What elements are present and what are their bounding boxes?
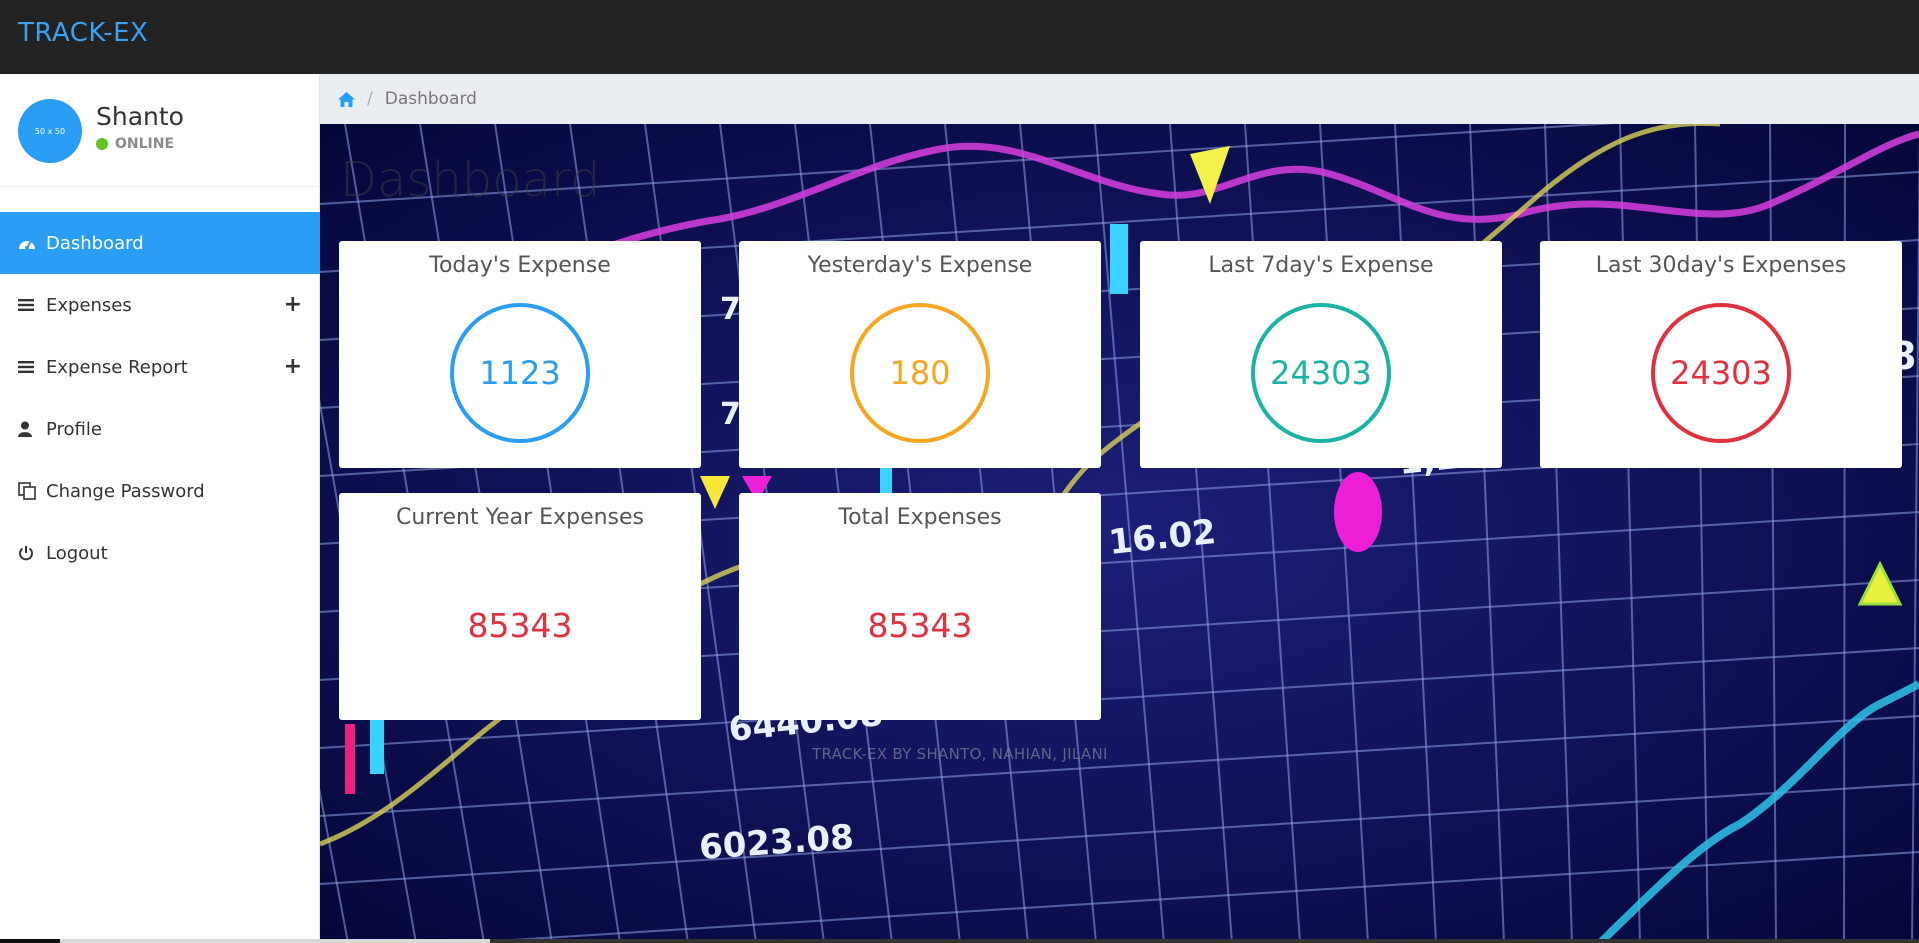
breadcrumb-current: Dashboard <box>384 89 477 109</box>
bottom-scrollbar[interactable] <box>0 939 1919 943</box>
sidebar: 50 x 50 Shanto ONLINE Dashboard Expenses… <box>0 74 320 943</box>
card-title: Total Expenses <box>838 505 1002 530</box>
sidebar-item-dashboard[interactable]: Dashboard <box>0 212 320 274</box>
power-icon <box>18 545 40 561</box>
svg-text:7: 7 <box>720 292 741 327</box>
online-status-dot <box>96 138 108 150</box>
list-icon <box>18 360 40 374</box>
footer-credit: TRACK-EX BY SHANTO, NAHIAN, JILANI <box>812 745 1108 763</box>
expand-plus-icon[interactable]: + <box>284 292 302 317</box>
sidebar-item-change-password[interactable]: Change Password <box>0 460 320 522</box>
card-title: Last 30day's Expenses <box>1595 253 1847 278</box>
user-status: ONLINE <box>96 136 174 152</box>
copy-icon <box>18 482 40 500</box>
user-name: Shanto <box>96 102 184 131</box>
avatar-placeholder-text: 50 x 50 <box>34 126 66 136</box>
page-title: Dashboard <box>340 152 601 208</box>
expand-plus-icon[interactable]: + <box>284 354 302 379</box>
status-label: ONLINE <box>115 136 175 152</box>
scrollbar-track-start <box>0 939 60 943</box>
breadcrumb-separator: / <box>367 89 373 109</box>
sidebar-menu: Dashboard Expenses + Expense Report + Pr… <box>0 212 320 584</box>
svg-text:7: 7 <box>720 397 741 432</box>
card-title: Yesterday's Expense <box>807 253 1033 278</box>
list-icon <box>18 298 40 312</box>
card-value-ring: 180 <box>850 303 990 443</box>
sidebar-item-expenses[interactable]: Expenses + <box>0 274 320 336</box>
card-title: Last 7day's Expense <box>1208 253 1434 278</box>
sidebar-item-label: Profile <box>46 418 102 440</box>
card-title: Current Year Expenses <box>395 505 644 530</box>
sidebar-item-logout[interactable]: Logout <box>0 522 320 584</box>
user-icon <box>18 421 40 437</box>
sidebar-item-label: Dashboard <box>46 232 144 254</box>
stat-card-today: Today's Expense 1123 <box>339 241 701 468</box>
sidebar-item-profile[interactable]: Profile <box>0 398 320 460</box>
stat-card-yesterday: Yesterday's Expense 180 <box>739 241 1101 468</box>
sidebar-item-expense-report[interactable]: Expense Report + <box>0 336 320 398</box>
stat-card-last-30-days: Last 30day's Expenses 24303 <box>1540 241 1902 468</box>
scrollbar-thumb[interactable] <box>60 939 490 943</box>
stat-card-total: Total Expenses 85343 <box>739 493 1101 720</box>
card-value: 85343 <box>867 606 973 645</box>
main-content: 6440.08 6023.08 16.02 1,27 8. 7 7 Dashbo… <box>320 124 1919 943</box>
dashboard-icon <box>18 235 40 251</box>
avatar: 50 x 50 <box>18 99 82 163</box>
brand-logo[interactable]: TRACK-EX <box>18 18 148 48</box>
card-value-ring: 24303 <box>1651 303 1791 443</box>
stat-card-last-7-days: Last 7day's Expense 24303 <box>1140 241 1502 468</box>
home-icon[interactable] <box>338 91 355 107</box>
card-value-ring: 24303 <box>1251 303 1391 443</box>
card-value: 85343 <box>467 606 573 645</box>
stat-card-current-year: Current Year Expenses 85343 <box>339 493 701 720</box>
sidebar-item-label: Logout <box>46 542 108 564</box>
card-title: Today's Expense <box>429 253 611 278</box>
top-navbar: TRACK-EX <box>0 0 1919 74</box>
sidebar-item-label: Change Password <box>46 480 205 502</box>
card-value-ring: 1123 <box>450 303 590 443</box>
sidebar-item-label: Expense Report <box>46 356 188 378</box>
user-panel: 50 x 50 Shanto ONLINE <box>0 74 320 187</box>
breadcrumb: / Dashboard <box>320 74 1919 124</box>
sidebar-item-label: Expenses <box>46 294 132 316</box>
